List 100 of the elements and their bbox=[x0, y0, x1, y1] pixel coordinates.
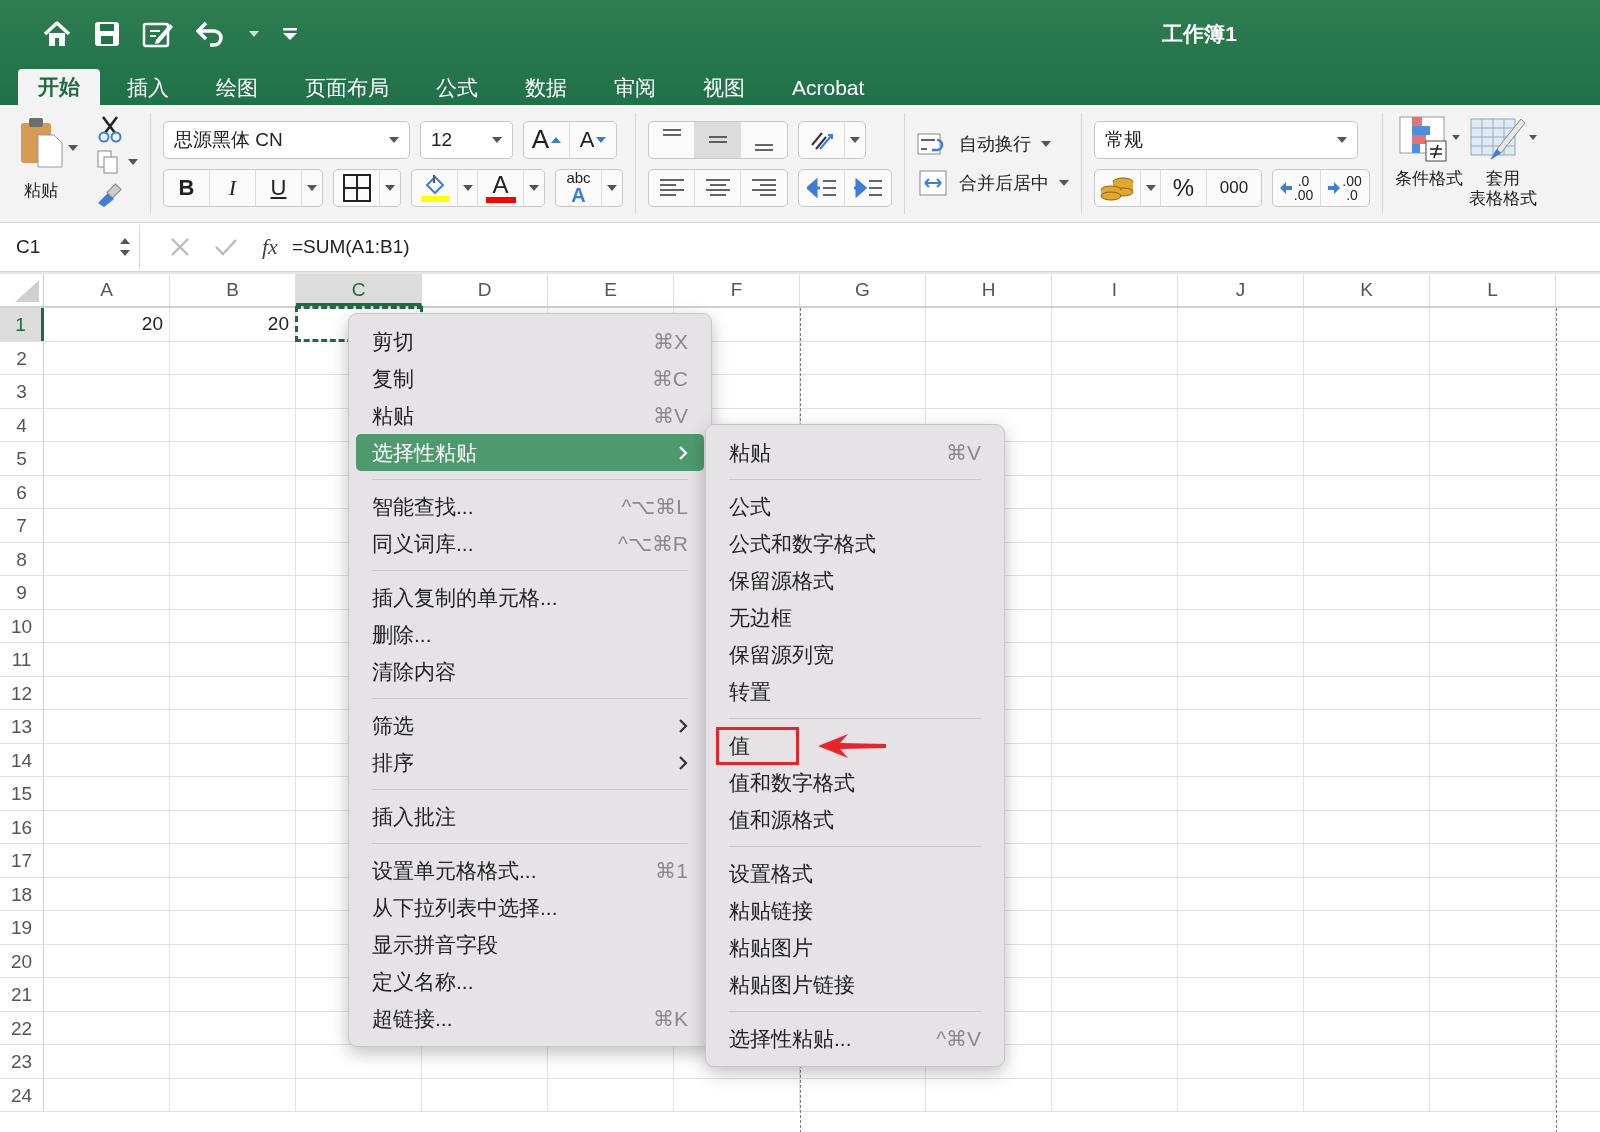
ribbon-tab[interactable]: Acrobat bbox=[772, 71, 885, 105]
decrease-decimal-button[interactable]: .00 .0 bbox=[1321, 169, 1369, 206]
menu-item[interactable]: 超链接... ⌘K bbox=[356, 1000, 704, 1037]
row-header[interactable]: 23 bbox=[0, 1045, 44, 1078]
font-name-dropdown[interactable]: 思源黑体 CN bbox=[163, 120, 410, 159]
thousands-button[interactable]: 000 bbox=[1207, 169, 1261, 206]
row-header[interactable]: 16 bbox=[0, 810, 44, 843]
row-header[interactable]: 24 bbox=[0, 1078, 44, 1111]
menu-item[interactable]: 设置单元格格式... ⌘1 bbox=[356, 852, 704, 889]
row-header[interactable]: 10 bbox=[0, 609, 44, 642]
home-icon[interactable] bbox=[42, 20, 72, 48]
row-header[interactable]: 18 bbox=[0, 877, 44, 910]
edit-document-icon[interactable] bbox=[142, 20, 174, 48]
menu-item[interactable]: 显示拼音字段 bbox=[356, 926, 704, 963]
increase-decimal-button[interactable]: .0 .00 bbox=[1273, 169, 1321, 206]
formula-field[interactable]: =SUM(A1:B1) bbox=[291, 236, 410, 258]
ribbon-tab[interactable]: 开始 bbox=[18, 69, 100, 105]
checkmark-icon[interactable] bbox=[214, 237, 238, 257]
undo-icon[interactable] bbox=[196, 21, 226, 47]
row-header[interactable]: 6 bbox=[0, 475, 44, 508]
decrease-font-size-button[interactable]: A bbox=[570, 121, 616, 158]
row-header[interactable]: 17 bbox=[0, 844, 44, 877]
ribbon-tab[interactable]: 插入 bbox=[107, 71, 189, 105]
menu-item[interactable]: 公式和数字格式 bbox=[713, 525, 997, 562]
ribbon-tab[interactable]: 审阅 bbox=[594, 71, 676, 105]
menu-item[interactable]: 粘贴图片链接 bbox=[713, 966, 997, 1003]
menu-item[interactable]: 插入复制的单元格... bbox=[356, 579, 704, 616]
row-header[interactable]: 8 bbox=[0, 542, 44, 575]
bold-button[interactable]: B bbox=[164, 169, 210, 206]
column-header[interactable]: D bbox=[422, 274, 548, 306]
menu-item[interactable]: 粘贴 ⌘V bbox=[713, 434, 997, 471]
menu-item[interactable]: 定义名称... bbox=[356, 963, 704, 1000]
row-header[interactable]: 4 bbox=[0, 408, 44, 441]
merge-center-button[interactable]: 合并后居中 bbox=[917, 169, 1069, 196]
column-header[interactable]: E bbox=[548, 274, 674, 306]
menu-item[interactable]: 从下拉列表中选择... bbox=[356, 889, 704, 926]
column-header[interactable]: G bbox=[800, 274, 926, 306]
number-format-dropdown[interactable]: 常规 bbox=[1094, 120, 1358, 159]
percent-button[interactable]: % bbox=[1161, 169, 1207, 206]
save-icon[interactable] bbox=[94, 21, 120, 47]
column-header[interactable]: L bbox=[1430, 274, 1556, 306]
menu-item[interactable]: 保留源格式 bbox=[713, 562, 997, 599]
row-header[interactable]: 7 bbox=[0, 509, 44, 542]
column-header[interactable]: J bbox=[1178, 274, 1304, 306]
menu-item[interactable]: 选择性粘贴... ^⌘V bbox=[713, 1020, 997, 1057]
format-as-table-button[interactable]: 套用 表格格式 bbox=[1469, 115, 1537, 222]
menu-item[interactable]: 筛选 bbox=[356, 707, 704, 744]
menu-item[interactable]: 智能查找... ^⌥⌘L bbox=[356, 488, 704, 525]
column-header[interactable]: H bbox=[926, 274, 1052, 306]
row-header[interactable]: 5 bbox=[0, 442, 44, 475]
row-header[interactable]: 12 bbox=[0, 676, 44, 709]
ribbon-tab[interactable]: 绘图 bbox=[196, 71, 278, 105]
font-size-dropdown[interactable]: 12 bbox=[420, 120, 513, 159]
menu-item[interactable]: 值和数字格式 bbox=[713, 764, 997, 801]
paste-button[interactable]: 粘贴 bbox=[18, 115, 64, 202]
column-header[interactable]: C bbox=[296, 274, 422, 306]
column-header[interactable]: I bbox=[1052, 274, 1178, 306]
menu-item[interactable]: 保留源列宽 bbox=[713, 636, 997, 673]
menu-item[interactable]: 插入批注 bbox=[356, 798, 704, 835]
row-header[interactable]: 15 bbox=[0, 777, 44, 810]
row-header[interactable]: 2 bbox=[0, 341, 44, 374]
menu-item[interactable]: 公式 bbox=[713, 488, 997, 525]
menu-item[interactable]: 粘贴图片 bbox=[713, 929, 997, 966]
italic-button[interactable]: I bbox=[210, 169, 256, 206]
ribbon-tab[interactable]: 数据 bbox=[505, 71, 587, 105]
column-header[interactable]: K bbox=[1304, 274, 1430, 306]
format-painter-icon[interactable] bbox=[96, 181, 124, 207]
row-header[interactable]: 9 bbox=[0, 576, 44, 609]
menu-item[interactable]: 设置格式 bbox=[713, 855, 997, 892]
menu-item[interactable]: 剪切 ⌘X bbox=[356, 323, 704, 360]
insert-function-button[interactable]: fx bbox=[262, 234, 278, 260]
menu-item[interactable]: 同义词库... ^⌥⌘R bbox=[356, 525, 704, 562]
row-header[interactable]: 20 bbox=[0, 944, 44, 977]
menu-item[interactable]: 无边框 bbox=[713, 599, 997, 636]
row-header[interactable]: 1 bbox=[0, 308, 44, 341]
menu-item[interactable]: 值和源格式 bbox=[713, 801, 997, 838]
ribbon-tab[interactable]: 页面布局 bbox=[285, 71, 409, 105]
menu-item[interactable]: 清除内容 bbox=[356, 653, 704, 690]
menu-item[interactable]: 粘贴 ⌘V bbox=[356, 397, 704, 434]
increase-font-size-button[interactable]: A bbox=[524, 121, 570, 158]
ribbon-tab[interactable]: 视图 bbox=[683, 71, 765, 105]
menu-item[interactable]: 复制 ⌘C bbox=[356, 360, 704, 397]
column-header[interactable]: A bbox=[44, 274, 170, 306]
row-header[interactable]: 14 bbox=[0, 743, 44, 776]
menu-item[interactable]: 粘贴链接 bbox=[713, 892, 997, 929]
menu-item[interactable]: 删除... bbox=[356, 616, 704, 653]
menu-item[interactable]: 值 bbox=[713, 727, 997, 764]
column-header[interactable]: F bbox=[674, 274, 800, 306]
row-header[interactable]: 22 bbox=[0, 1011, 44, 1044]
align-middle-button[interactable] bbox=[695, 121, 741, 158]
row-header[interactable]: 13 bbox=[0, 710, 44, 743]
menu-item[interactable]: 转置 bbox=[713, 673, 997, 710]
scissors-icon[interactable] bbox=[96, 115, 124, 143]
conditional-formatting-button[interactable]: 条件格式 bbox=[1395, 115, 1463, 222]
row-header[interactable]: 11 bbox=[0, 643, 44, 676]
caret-icon[interactable] bbox=[248, 30, 260, 38]
row-header[interactable]: 21 bbox=[0, 978, 44, 1011]
row-header[interactable]: 3 bbox=[0, 375, 44, 408]
wrap-text-button[interactable]: 自动换行 bbox=[917, 131, 1051, 156]
customize-toolbar-icon[interactable] bbox=[282, 27, 298, 41]
